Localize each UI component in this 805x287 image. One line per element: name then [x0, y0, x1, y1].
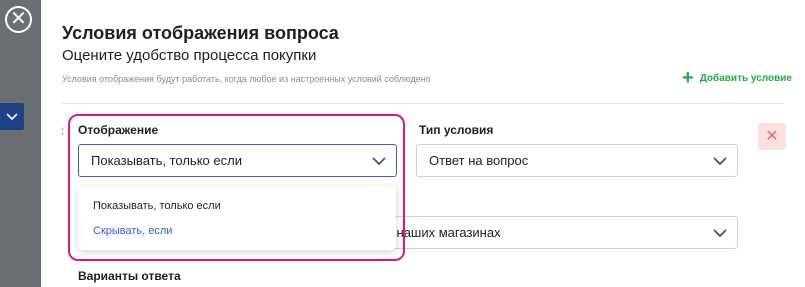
conditions-panel: Условия отображения вопроса Оцените удоб… [41, 0, 805, 287]
close-circle-icon: ✕ [10, 8, 27, 30]
delete-condition-button[interactable]: ✕ [758, 123, 786, 150]
add-condition-label: Добавить условие [699, 72, 792, 84]
display-dropdown-menu: Показывать, только если Скрывать, если [78, 186, 396, 250]
question-subtitle: Оцените удобство процесса покупки [62, 47, 317, 64]
condition-type-label: Тип условия [419, 123, 494, 137]
answers-label: Варианты ответа [78, 269, 181, 283]
close-modal-button[interactable]: ✕ [5, 6, 32, 33]
display-select[interactable]: Показывать, только если [78, 144, 397, 177]
add-condition-button[interactable]: + Добавить условие [682, 67, 792, 89]
condition-type-select[interactable]: Ответ на вопрос [416, 144, 738, 177]
chevron-up-icon [372, 157, 386, 166]
chevron-down-icon [6, 112, 18, 120]
modal-backdrop: ✕ [0, 0, 41, 287]
divider [62, 103, 784, 104]
question-select-value: в наших магазинах [386, 225, 501, 240]
chevron-down-icon [713, 157, 727, 166]
chevron-down-icon [713, 229, 727, 238]
plus-icon: + [682, 67, 694, 89]
close-icon: ✕ [765, 128, 779, 145]
question-select[interactable]: в наших магазинах [341, 216, 738, 249]
display-label: Отображение [78, 123, 159, 137]
background-dropdown-chip [0, 103, 24, 130]
dropdown-option-show-only-if[interactable]: Показывать, только если [93, 200, 221, 212]
drag-handle-icon[interactable]: ↕ [59, 121, 69, 139]
page-title: Условия отображения вопроса [62, 23, 339, 43]
display-select-value: Показывать, только если [91, 153, 242, 168]
condition-type-value: Ответ на вопрос [429, 153, 529, 168]
conditions-note: Условия отображения будут работать, когд… [62, 74, 431, 84]
dropdown-option-hide-if[interactable]: Скрывать, если [93, 225, 172, 237]
